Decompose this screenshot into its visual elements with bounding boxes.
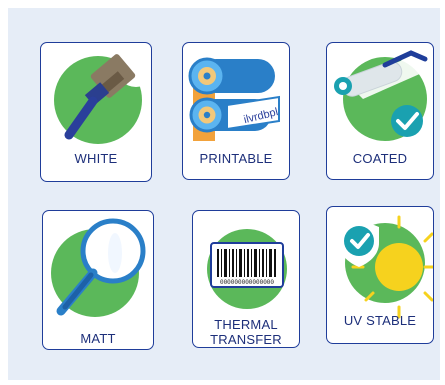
- magnifier-icon: [51, 218, 146, 317]
- badge-label: UV STABLE: [343, 313, 417, 328]
- badge-uv-stable: UV STABLE: [326, 206, 434, 344]
- badge-label: PRINTABLE: [199, 151, 273, 166]
- badge-label: COATED: [352, 151, 408, 166]
- badge-white: WHITE: [40, 42, 152, 182]
- badge-matt: MATT: [42, 210, 154, 350]
- badge-thermal-transfer: 000000000000000 THERMAL TRANSFER: [192, 210, 300, 348]
- badge-label: THERMAL TRANSFER: [210, 317, 282, 347]
- badge-printable: ilvrdbpl PRINTABLE: [182, 42, 290, 180]
- badge-label: WHITE: [74, 151, 118, 166]
- badge-coated: COATED: [326, 42, 434, 180]
- barcode-digits: 000000000000000: [220, 279, 274, 286]
- badge-panel: WHITE ilvrdbpl PRINTABLE COATED MATT 000…: [8, 8, 440, 380]
- badge-label: MATT: [80, 331, 116, 346]
